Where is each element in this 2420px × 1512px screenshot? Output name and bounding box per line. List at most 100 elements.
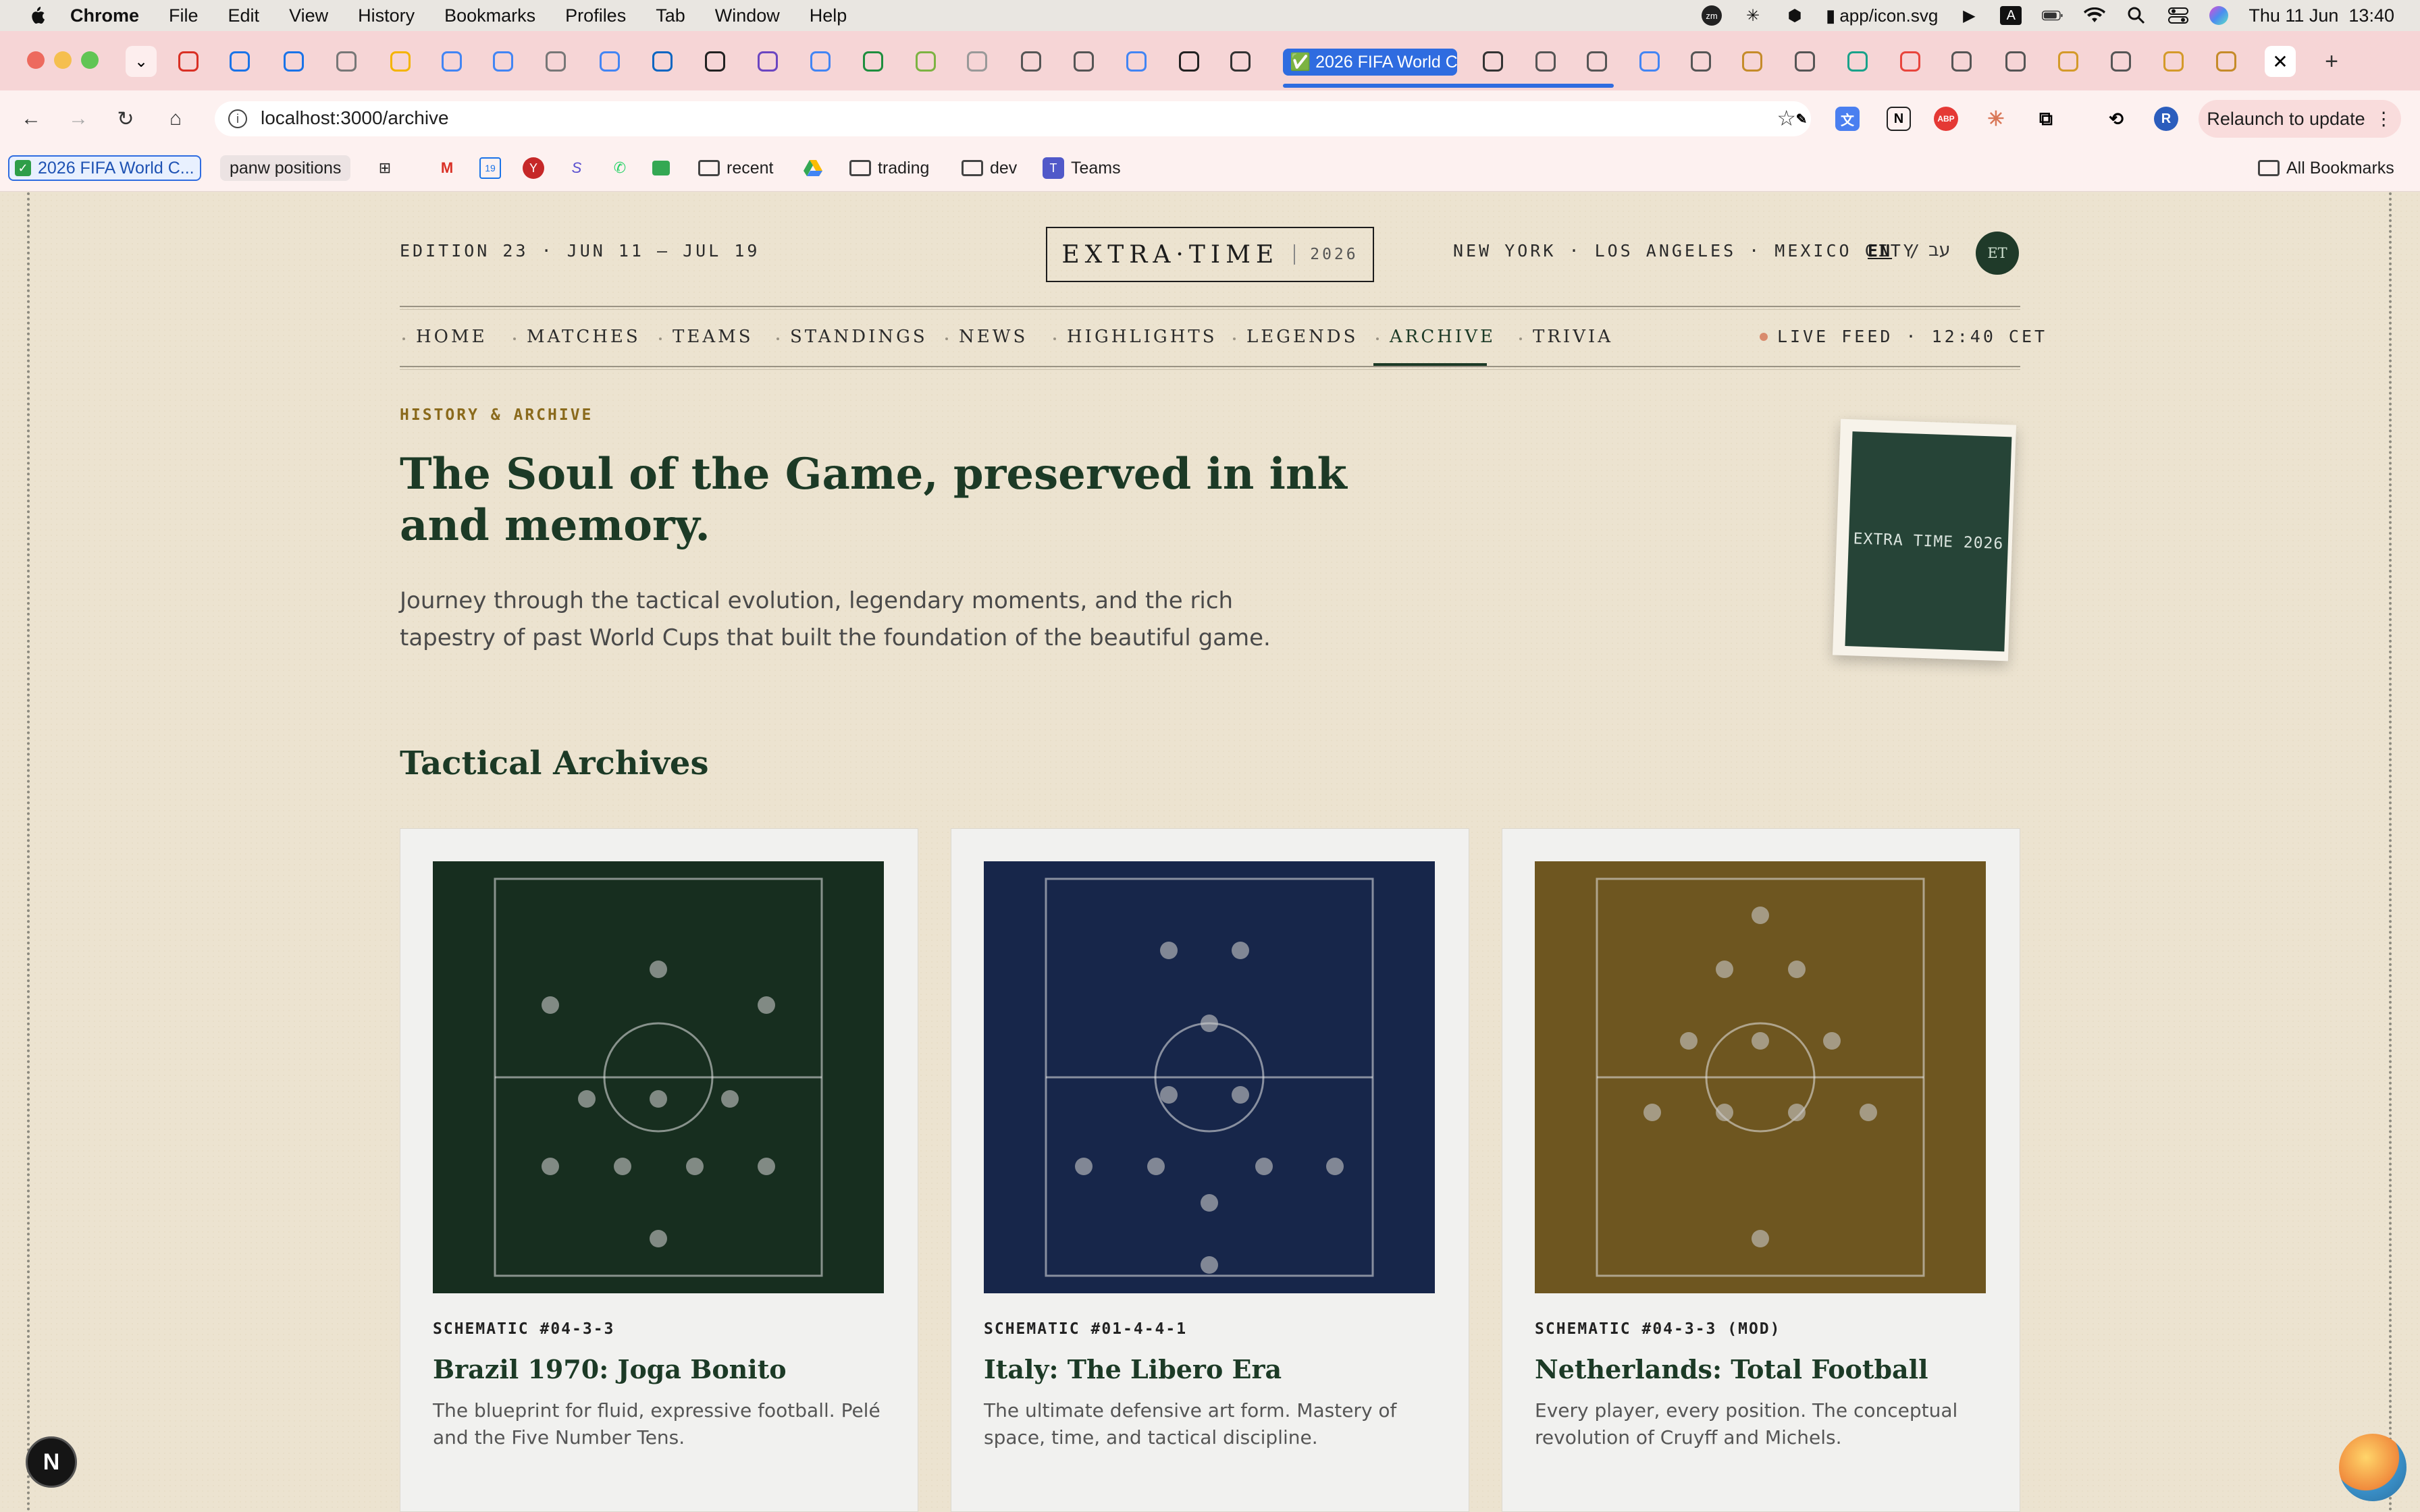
card-title[interactable]: Italy: The Libero Era: [984, 1354, 1282, 1384]
reload-icon[interactable]: ↻: [112, 105, 139, 132]
menu-help[interactable]: Help: [810, 5, 847, 26]
tab-calendar-icon[interactable]: [1535, 51, 1556, 72]
relaunch-button[interactable]: Relaunch to update ⋮: [2199, 100, 2401, 138]
bookmark-trading[interactable]: trading: [849, 155, 929, 181]
pen-extension-icon[interactable]: ✎: [1789, 107, 1814, 131]
tab-chatgpt-icon[interactable]: [967, 51, 987, 72]
tab-docs-icon[interactable]: [1795, 51, 1815, 72]
sparkle-icon[interactable]: ✳: [1742, 6, 1764, 25]
keyboard-input-icon[interactable]: A: [2000, 6, 2022, 25]
battery-icon[interactable]: [2042, 6, 2063, 25]
live-feed-indicator[interactable]: LIVE FEED · 12:40 CET: [1760, 327, 2047, 346]
home-icon[interactable]: ⌂: [162, 105, 189, 132]
tab-docs-icon[interactable]: [1900, 51, 1920, 72]
tab-calendar-icon[interactable]: [1587, 51, 1607, 72]
tab-globe-icon[interactable]: [1074, 51, 1094, 72]
back-icon[interactable]: ←: [18, 105, 45, 132]
nav-matches[interactable]: MATCHES: [527, 327, 641, 347]
adblock-extension-icon[interactable]: ABP: [1934, 107, 1958, 131]
tab-tool-icon[interactable]: [2058, 51, 2078, 72]
bookmark-drive[interactable]: [802, 155, 824, 181]
bookmark-fifa[interactable]: ✓ 2026 FIFA World C...: [8, 155, 201, 181]
tab-sheets-icon[interactable]: [1691, 51, 1711, 72]
status-file-icon[interactable]: ▮ app/icon.svg: [1826, 5, 1938, 26]
tab-wikipedia-icon[interactable]: [1230, 51, 1251, 72]
translate-extension-icon[interactable]: 文: [1835, 107, 1860, 131]
bookmark-panw[interactable]: panw positions: [220, 155, 351, 181]
menu-window[interactable]: Window: [715, 5, 780, 26]
tab-calendar-icon[interactable]: [230, 51, 250, 72]
tab-docs-icon[interactable]: [600, 51, 620, 72]
zoom-icon[interactable]: zm: [1702, 5, 1722, 26]
address-bar[interactable]: i localhost:3000/archive ☆: [215, 101, 1811, 136]
forward-icon[interactable]: →: [65, 105, 92, 132]
tab-google-icon[interactable]: [810, 51, 831, 72]
tab-whatsapp-icon[interactable]: [2163, 51, 2184, 72]
tab-perplexity-icon[interactable]: [1021, 51, 1041, 72]
tab-search-chevron-icon[interactable]: ⌄: [126, 46, 157, 77]
tab-chatgpt-icon[interactable]: [1847, 51, 1868, 72]
language-he-link[interactable]: עב: [1928, 240, 1951, 261]
nav-standings[interactable]: STANDINGS: [790, 327, 928, 347]
zoom-window-button[interactable]: [81, 51, 99, 69]
menu-bookmarks[interactable]: Bookmarks: [444, 5, 535, 26]
close-window-button[interactable]: [27, 51, 45, 69]
claude-extension-icon[interactable]: ✳: [1984, 107, 2008, 131]
menu-tab[interactable]: Tab: [656, 5, 685, 26]
tab-linkedin-icon[interactable]: [1951, 51, 1972, 72]
nav-teams[interactable]: TEAMS: [673, 327, 754, 347]
archive-card-italy[interactable]: SCHEMATIC #01-4-4-1 Italy: The Libero Er…: [951, 828, 1469, 1512]
menu-view[interactable]: View: [289, 5, 328, 26]
minimize-window-button[interactable]: [54, 51, 72, 69]
address-url[interactable]: localhost:3000/archive: [261, 107, 449, 129]
bookmark-gmail[interactable]: M: [436, 155, 458, 181]
nav-highlights[interactable]: HIGHLIGHTS: [1067, 327, 1217, 347]
performance-icon[interactable]: ⟲: [2104, 107, 2128, 131]
site-info-icon[interactable]: i: [228, 109, 247, 128]
tab-docs-icon[interactable]: [1742, 51, 1762, 72]
nav-archive[interactable]: ARCHIVE: [1390, 327, 1496, 347]
close-tab-icon[interactable]: ✕: [2265, 46, 2296, 77]
bookmark-calendar[interactable]: 19: [479, 155, 501, 181]
tab-tool-icon[interactable]: [758, 51, 778, 72]
tab-active[interactable]: ✅ 2026 FIFA World C: [1283, 49, 1457, 76]
cube-icon[interactable]: ⬢: [1784, 6, 1806, 25]
tab-tool-icon[interactable]: [916, 51, 936, 72]
all-bookmarks[interactable]: All Bookmarks: [2258, 155, 2394, 181]
tab-chatgpt-icon[interactable]: [336, 51, 357, 72]
bookmark-teams[interactable]: T Teams: [1043, 155, 1121, 181]
archive-card-netherlands[interactable]: SCHEMATIC #04-3-3 (MOD) Netherlands: Tot…: [1502, 828, 2020, 1512]
tab-linkedin-icon[interactable]: [652, 51, 673, 72]
tab-chatgpt-icon[interactable]: [1639, 51, 1660, 72]
language-en-link[interactable]: EN: [1868, 241, 1892, 261]
archive-card-brazil[interactable]: SCHEMATIC #04-3-3 Brazil 1970: Joga Boni…: [400, 828, 918, 1512]
siri-icon[interactable]: [2209, 6, 2229, 25]
notion-extension-icon[interactable]: N: [1887, 107, 1911, 131]
tab-docs-icon[interactable]: [1126, 51, 1147, 72]
card-title[interactable]: Netherlands: Total Football: [1535, 1354, 1928, 1384]
menu-clock[interactable]: Thu 11 Jun 13:40: [2248, 5, 2394, 26]
nav-news[interactable]: NEWS: [959, 327, 1028, 347]
profile-avatar-icon[interactable]: R: [2154, 107, 2178, 131]
control-center-icon[interactable]: [2167, 6, 2189, 25]
tab-google-icon[interactable]: [2111, 51, 2131, 72]
tab-whatsapp-icon[interactable]: [863, 51, 883, 72]
tab-gmail-icon[interactable]: [178, 51, 199, 72]
tab-openai-icon[interactable]: [1179, 51, 1199, 72]
menu-profiles[interactable]: Profiles: [565, 5, 626, 26]
spotlight-search-icon[interactable]: [2126, 6, 2147, 25]
nav-legends[interactable]: LEGENDS: [1246, 327, 1358, 347]
tab-chatgpt-icon[interactable]: [546, 51, 566, 72]
menu-app-name[interactable]: Chrome: [70, 5, 139, 26]
new-tab-icon[interactable]: +: [2316, 46, 2347, 77]
menu-history[interactable]: History: [358, 5, 415, 26]
bookmark-sheets[interactable]: [652, 155, 670, 181]
menu-edit[interactable]: Edit: [228, 5, 260, 26]
bookmark-y[interactable]: Y: [523, 155, 544, 181]
bookmark-stripe[interactable]: S: [566, 155, 587, 181]
bookmark-whatsapp[interactable]: ✆: [609, 155, 631, 181]
nav-trivia[interactable]: TRIVIA: [1533, 327, 1613, 347]
more-menu-icon[interactable]: ⋮: [2375, 109, 2393, 130]
wifi-icon[interactable]: [2084, 6, 2106, 25]
user-avatar[interactable]: ET: [1976, 232, 2019, 275]
